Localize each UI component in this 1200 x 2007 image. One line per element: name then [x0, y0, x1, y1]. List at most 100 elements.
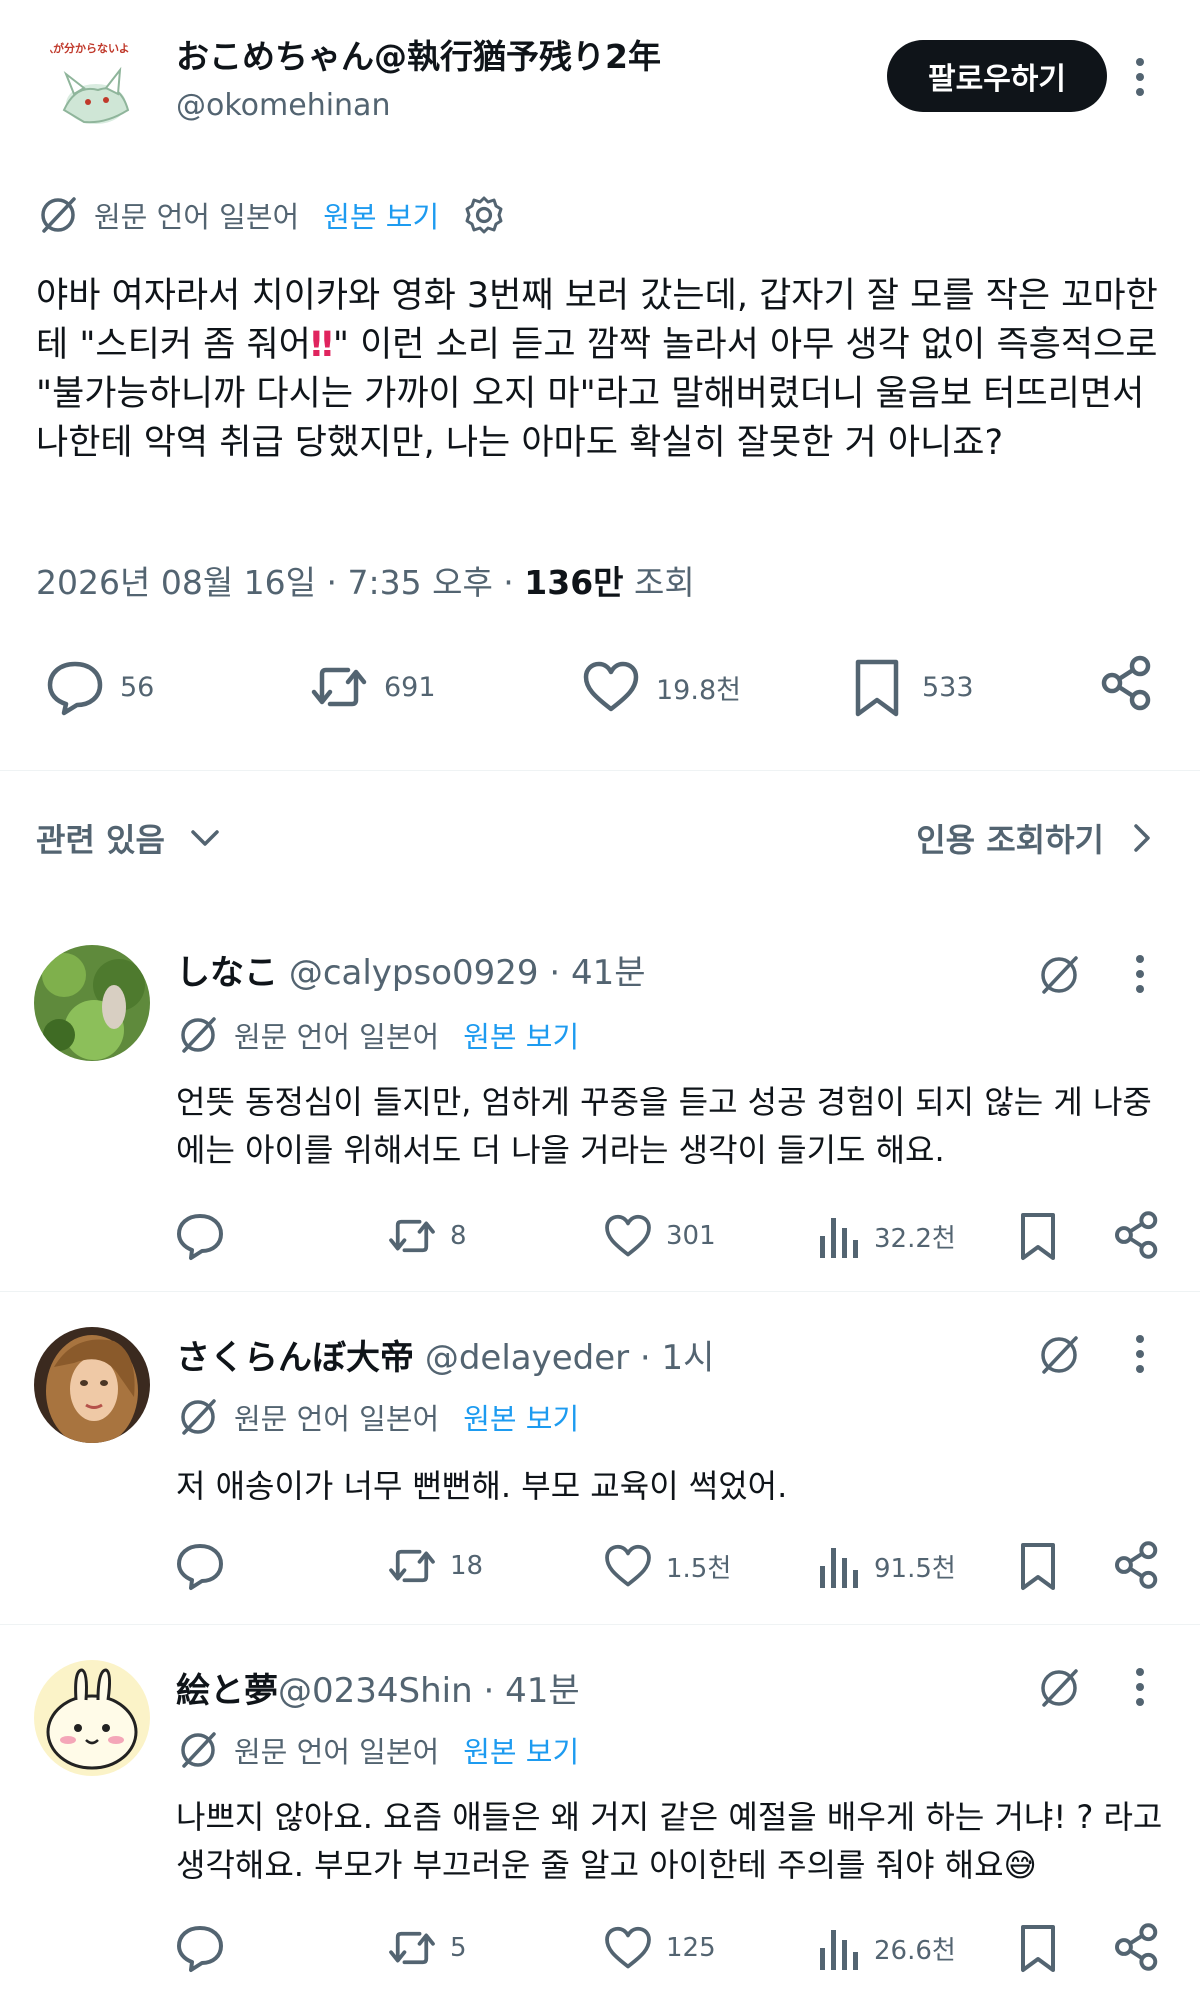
reply-handle: @delayeder [424, 1338, 630, 1378]
reply-time: · 1시 [629, 1338, 715, 1378]
translate-icon [176, 1395, 220, 1439]
reply-author[interactable]: さくらんぼ大帝 @delayeder · 1시 [176, 1330, 714, 1379]
reply-avatar[interactable] [34, 1327, 150, 1443]
reply-time: · 41분 [538, 953, 646, 993]
author-avatar[interactable]: 訳が分からないよ [36, 32, 146, 142]
gear-icon[interactable] [463, 194, 505, 236]
reply-author[interactable]: しなこ @calypso0929 · 41분 [176, 945, 646, 994]
views-count: 91.5천 [874, 1553, 956, 1584]
show-original-link[interactable]: 원본 보기 [463, 1396, 579, 1438]
like-button[interactable]: 1.5천 [602, 1540, 731, 1592]
tweet-metadata: 2026년 08월 16일 · 7:35 오후 · 136만 조회 [36, 556, 695, 604]
divider [0, 1624, 1200, 1625]
translation-label: 원문 언어 일본어 [94, 200, 300, 234]
reply-text: 나쁘지 않아요. 요즘 애들은 왜 거지 같은 예절을 배우게 하는 거냐! ?… [176, 1798, 1163, 1884]
tweet-date[interactable]: 2026년 08월 16일 · 7:35 오후 · [36, 563, 524, 602]
translate-icon[interactable] [1036, 1332, 1082, 1378]
share-icon[interactable] [1096, 652, 1158, 722]
bookmark-count: 533 [922, 671, 974, 703]
chevron-right-icon [1124, 820, 1160, 856]
heart-icon [580, 656, 656, 718]
reply-handle: @0234Shin [278, 1671, 473, 1711]
bookmark-button[interactable]: 533 [846, 652, 974, 722]
reply-display-name: さくらんぼ大帝 [176, 1338, 414, 1378]
more-options-icon[interactable] [1120, 52, 1160, 102]
more-options-icon[interactable] [1120, 1330, 1160, 1378]
translation-bar: 원문 언어 일본어 원본 보기 [176, 1395, 579, 1439]
views-count: 32.2천 [874, 1223, 956, 1254]
show-original-link[interactable]: 원본 보기 [463, 1729, 579, 1771]
translation-label: 원문 언어 일본어 [234, 1020, 440, 1054]
chevron-down-icon [187, 820, 223, 856]
reply-avatar[interactable] [34, 1660, 150, 1776]
like-count: 19.8천 [656, 674, 741, 706]
like-count: 1.5천 [666, 1553, 732, 1584]
divider [0, 1291, 1200, 1292]
reply-icon[interactable] [174, 1540, 226, 1592]
retweet-button[interactable]: 691 [308, 652, 436, 722]
tweet-text: 야바 여자라서 치이카와 영화 3번째 보러 갔는데, 갑자기 잘 모를 작은 … [36, 272, 1166, 468]
reply-author[interactable]: 絵と夢@0234Shin · 41분 [176, 1663, 580, 1712]
translation-bar: 원문 언어 일본어 원본 보기 [36, 192, 505, 238]
retweet-button[interactable]: 8 [386, 1210, 467, 1262]
more-options-icon[interactable] [1120, 950, 1160, 998]
show-original-link[interactable]: 원본 보기 [463, 1014, 579, 1056]
reply-avatar[interactable] [34, 945, 150, 1061]
retweet-count: 691 [384, 671, 436, 703]
share-icon[interactable] [1110, 1208, 1164, 1262]
heart-icon [602, 1922, 666, 1974]
translation-label: 원문 언어 일본어 [234, 1402, 440, 1436]
analytics-icon [816, 1922, 874, 1974]
translation-bar: 원문 언어 일본어 원본 보기 [176, 1013, 579, 1057]
heart-icon [602, 1540, 666, 1592]
reply-display-name: しなこ [176, 953, 278, 993]
bookmark-icon [846, 656, 922, 718]
share-icon[interactable] [1110, 1920, 1164, 1974]
retweet-button[interactable]: 18 [386, 1540, 483, 1592]
views-count: 26.6천 [874, 1935, 956, 1966]
reply-text: 언뜻 동정심이 들지만, 엄하게 꾸중을 듣고 성공 경험이 되지 않는 게 나… [176, 1083, 1152, 1169]
retweet-icon [386, 1210, 450, 1262]
like-button[interactable]: 19.8천 [580, 652, 741, 722]
retweet-button[interactable]: 5 [386, 1922, 467, 1974]
retweet-icon [386, 1540, 450, 1592]
translation-bar: 원문 언어 일본어 원본 보기 [176, 1728, 579, 1772]
like-button[interactable]: 125 [602, 1922, 716, 1974]
share-icon[interactable] [1110, 1538, 1164, 1592]
translate-icon[interactable] [1036, 1665, 1082, 1711]
avatar-caption: 訳が分からないよ [42, 42, 130, 55]
reply-handle: @calypso0929 [288, 953, 539, 993]
retweet-count: 5 [450, 1933, 467, 1963]
follow-button[interactable]: 팔로우하기 [887, 40, 1107, 112]
related-sort-toggle[interactable]: 관련 있음 [36, 815, 223, 861]
bookmark-icon[interactable] [1012, 1210, 1064, 1262]
reply-display-name: 絵と夢 [176, 1671, 278, 1711]
show-original-link[interactable]: 원본 보기 [323, 194, 439, 236]
heart-icon [602, 1210, 666, 1262]
views-button[interactable]: 91.5천 [816, 1540, 956, 1592]
bookmark-icon[interactable] [1012, 1922, 1064, 1974]
views-button[interactable]: 26.6천 [816, 1922, 956, 1974]
like-count: 301 [666, 1221, 716, 1251]
author-handle[interactable]: @okomehinan [176, 88, 390, 123]
translate-icon [36, 193, 80, 237]
divider [0, 770, 1200, 771]
related-label: 관련 있음 [36, 821, 165, 859]
quotes-label: 인용 조회하기 [916, 821, 1104, 859]
like-count: 125 [666, 1933, 716, 1963]
double-exclamation-emoji: ‼ [310, 325, 333, 365]
more-options-icon[interactable] [1120, 1663, 1160, 1711]
reply-icon[interactable] [174, 1210, 226, 1262]
translation-label: 원문 언어 일본어 [234, 1735, 440, 1769]
like-button[interactable]: 301 [602, 1210, 716, 1262]
translate-icon[interactable] [1036, 952, 1082, 998]
views-button[interactable]: 32.2천 [816, 1210, 956, 1262]
reply-button[interactable]: 56 [44, 652, 154, 722]
analytics-icon [816, 1540, 874, 1592]
reply-icon[interactable] [174, 1922, 226, 1974]
reply-icon [44, 656, 120, 718]
bookmark-icon[interactable] [1012, 1540, 1064, 1592]
view-quotes-link[interactable]: 인용 조회하기 [916, 815, 1160, 861]
author-display-name[interactable]: おこめちゃん@執行猶予残り2年 [176, 30, 661, 78]
reply-count: 56 [120, 671, 155, 703]
